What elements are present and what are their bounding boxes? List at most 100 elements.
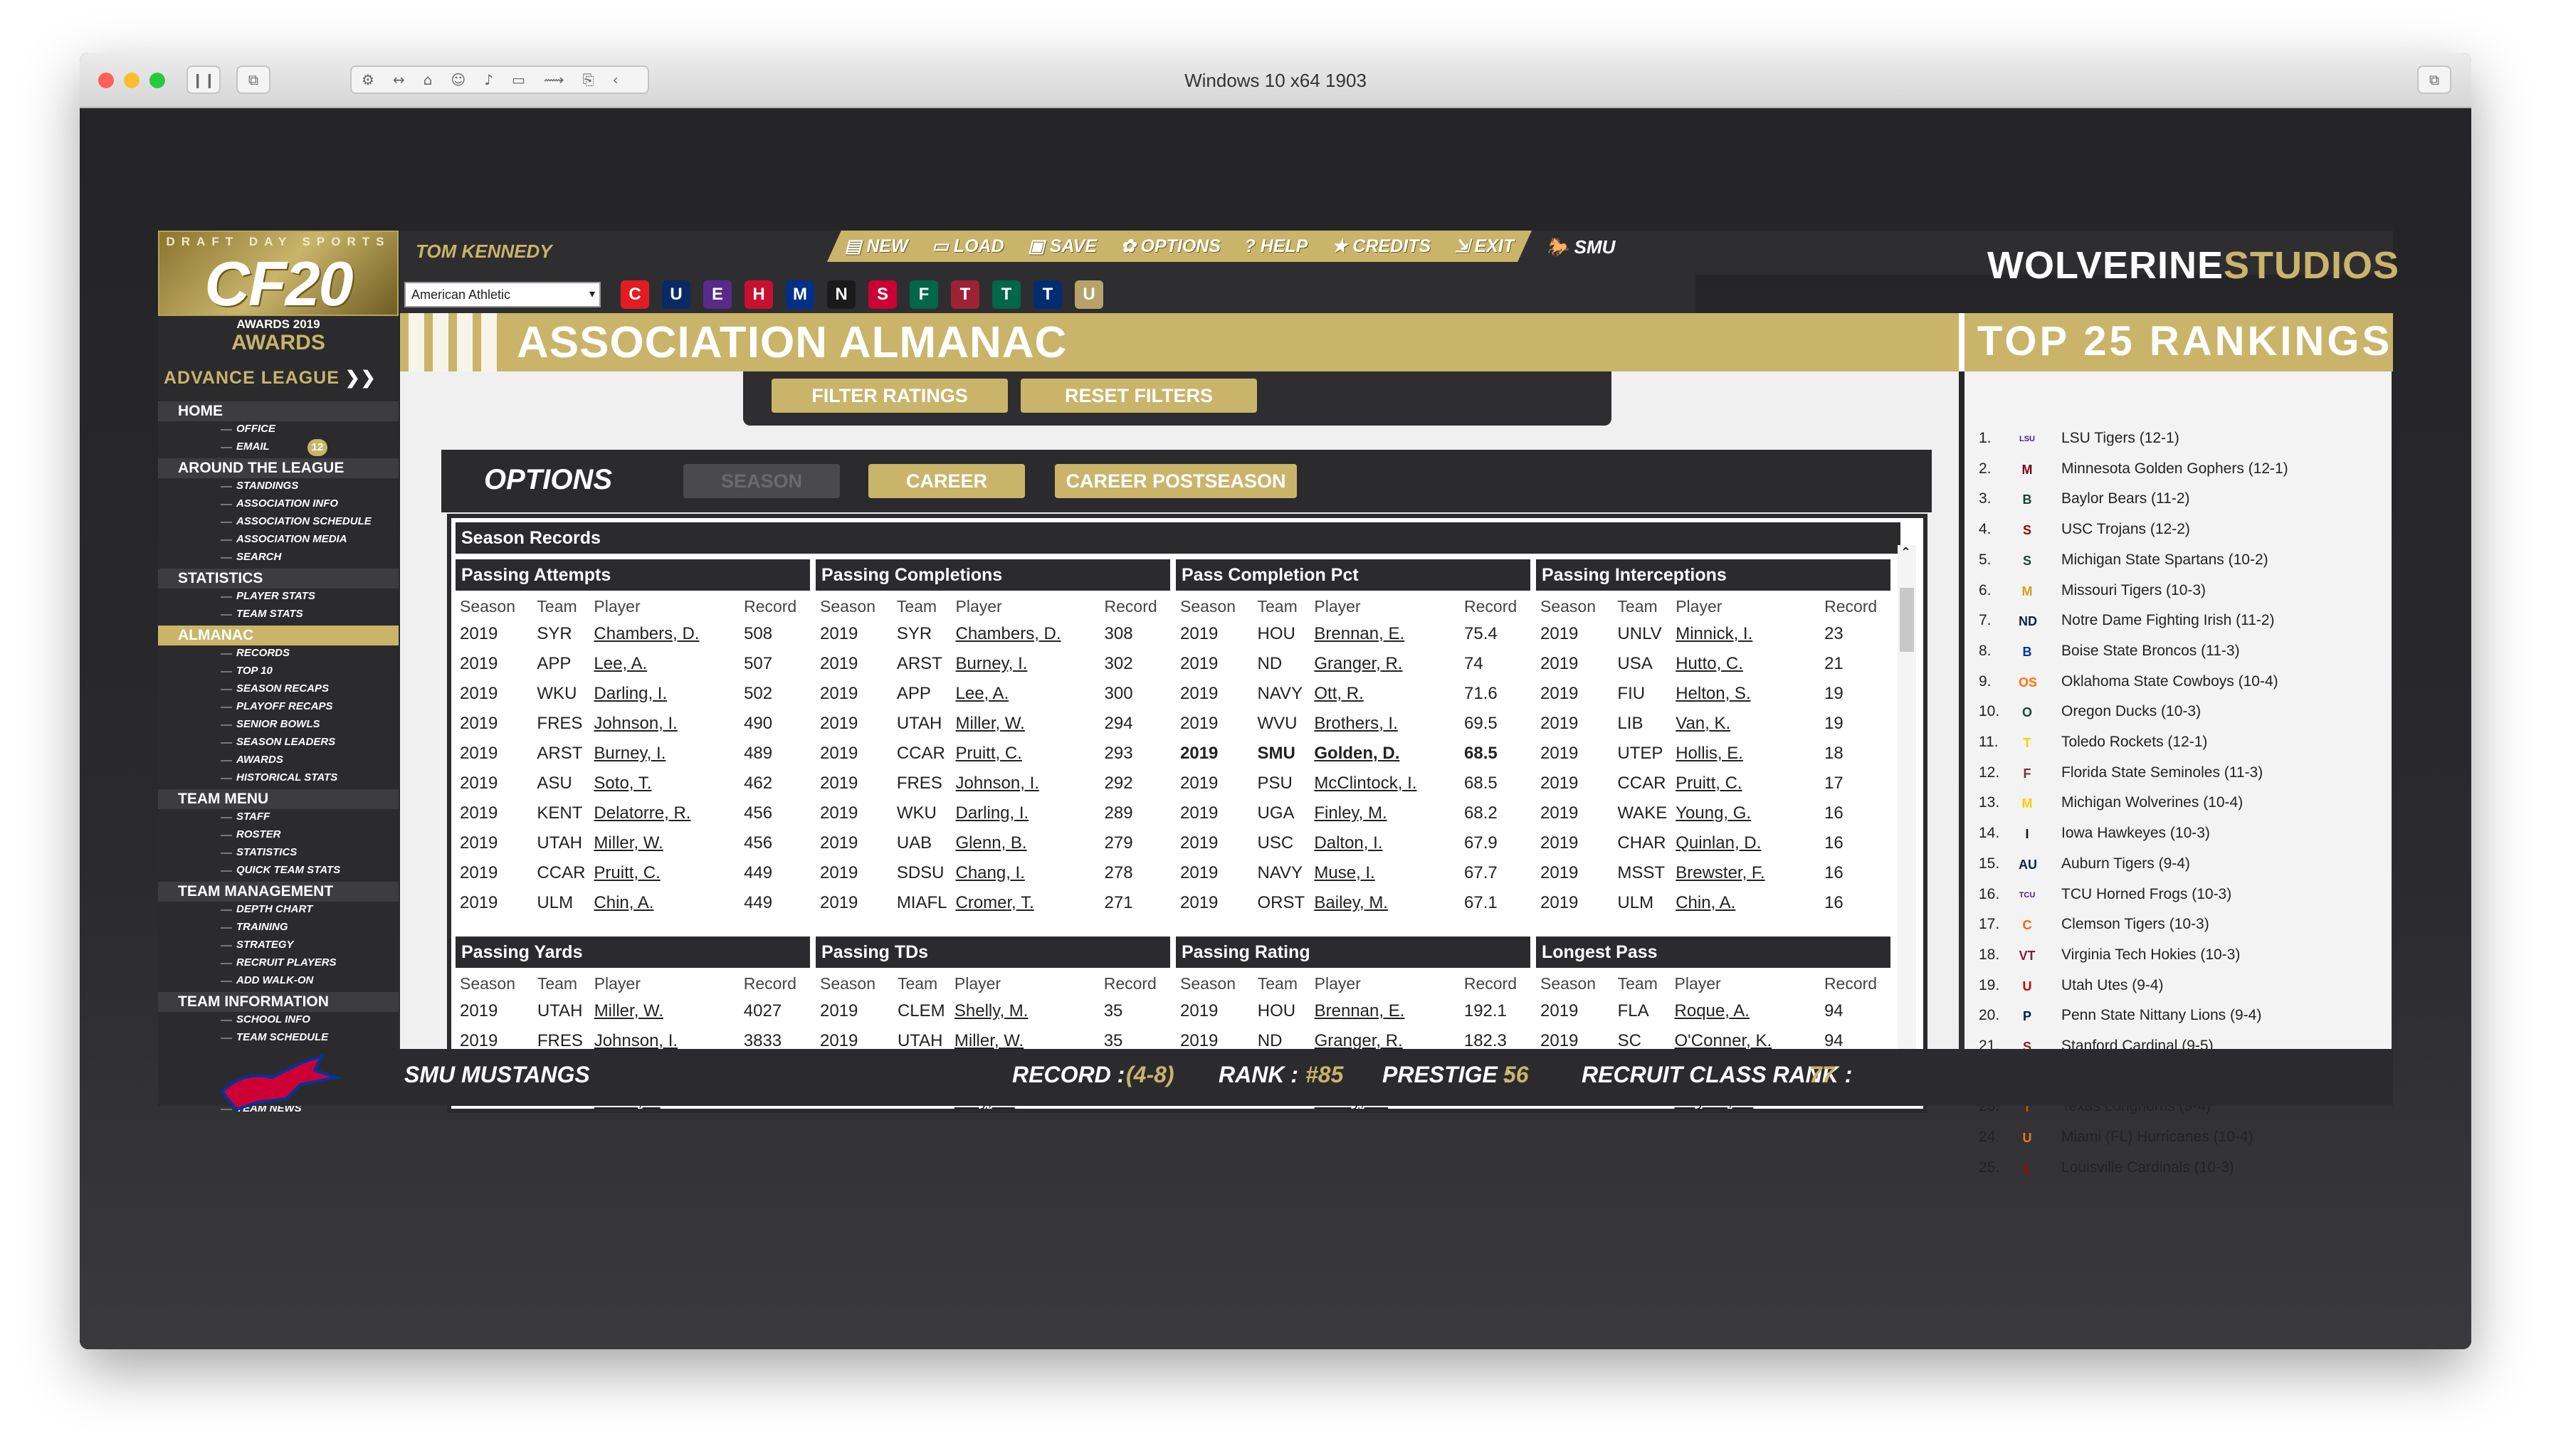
column-header[interactable]: Team xyxy=(1253,594,1310,619)
player-link[interactable]: Chin, A. xyxy=(1671,888,1820,918)
current-team[interactable]: 🐎 SMU xyxy=(1546,236,1615,258)
table-row[interactable]: 2019 SMU Golden, D. 68.5 xyxy=(1176,739,1530,769)
player-link[interactable]: Van, K. xyxy=(1671,709,1820,739)
table-row[interactable]: 2019 USA Hutto, C. 21 xyxy=(1536,649,1890,679)
sidebar-item-depth-chart[interactable]: DEPTH CHART xyxy=(236,903,312,915)
player-link[interactable]: Miller, W. xyxy=(589,828,740,858)
table-row[interactable]: 2019 HOU Brennan, E. 75.4 xyxy=(1176,619,1530,649)
column-header[interactable]: Season xyxy=(456,594,532,619)
table-row[interactable]: 2019 FLA Roque, A. 94 xyxy=(1536,996,1890,1026)
ranked-team[interactable]: Auburn Tigers (9-4) xyxy=(2061,850,2190,878)
player-link[interactable]: Pruitt, C. xyxy=(589,858,740,888)
player-link[interactable]: Soto, T. xyxy=(589,769,740,798)
ranked-team[interactable]: Oklahoma State Cowboys (10-4) xyxy=(2061,668,2278,696)
player-link[interactable]: Pruitt, C. xyxy=(952,739,1100,769)
ranking-row[interactable]: 4. S USC Trojans (12-2) xyxy=(1964,515,2392,544)
column-header[interactable]: Record xyxy=(1460,594,1530,619)
ranking-row[interactable]: 9. OS Oklahoma State Cowboys (10-4) xyxy=(1964,668,2392,696)
table-row[interactable]: 2019 WAKE Young, G. 16 xyxy=(1536,798,1890,828)
scroll-up-icon[interactable]: ⌃ xyxy=(1900,545,1911,560)
ranking-row[interactable]: 1. LSU LSU Tigers (12-1) xyxy=(1964,424,2392,453)
tab-career-postseason[interactable]: CAREER POSTSEASON xyxy=(1055,464,1297,498)
ranking-row[interactable]: 3. B Baylor Bears (11-2) xyxy=(1964,485,2392,513)
ranked-team[interactable]: Minnesota Golden Gophers (12-1) xyxy=(2061,455,2288,483)
sidebar-item-player-stats[interactable]: PLAYER STATS xyxy=(236,590,315,602)
ranked-team[interactable]: Virginia Tech Hokies (10-3) xyxy=(2061,941,2240,969)
column-header[interactable]: Record xyxy=(740,594,810,619)
player-link[interactable]: Helton, S. xyxy=(1671,679,1820,709)
column-header[interactable]: Team xyxy=(893,971,950,996)
sidebar-item-training[interactable]: TRAINING xyxy=(236,921,288,933)
sidebar-item-team-schedule[interactable]: TEAM SCHEDULE xyxy=(236,1031,328,1043)
sidebar-section-almanac[interactable]: ALMANAC xyxy=(158,626,399,645)
vertical-scrollbar[interactable]: ⌃ ⌄ xyxy=(1898,545,1916,1100)
table-row[interactable]: 2019 ARST Burney, I. 489 xyxy=(456,739,810,769)
team-logo-icon[interactable]: U xyxy=(1075,280,1103,309)
table-row[interactable]: 2019 KENT Delatorre, R. 456 xyxy=(456,798,810,828)
column-header[interactable]: Record xyxy=(1820,594,1890,619)
menu-save[interactable]: ▣ SAVE xyxy=(1028,236,1097,257)
sidebar-item-standings[interactable]: STANDINGS xyxy=(236,480,298,492)
column-header[interactable]: Team xyxy=(893,594,952,619)
table-row[interactable]: 2019 UTAH Miller, W. 4027 xyxy=(456,996,810,1026)
sidebar-item-playoff-recaps[interactable]: PLAYOFF RECAPS xyxy=(236,700,333,712)
ranked-team[interactable]: Notre Dame Fighting Irish (11-2) xyxy=(2061,606,2275,635)
player-link[interactable]: Quinlan, D. xyxy=(1671,828,1820,858)
column-header[interactable]: Player xyxy=(1671,594,1820,619)
player-link[interactable]: Shelly, M. xyxy=(950,996,1100,1026)
player-link[interactable]: Young, G. xyxy=(1671,798,1820,828)
ranking-row[interactable]: 19. U Utah Utes (9-4) xyxy=(1964,971,2392,1000)
sidebar-item-email[interactable]: EMAIL xyxy=(236,441,270,453)
player-link[interactable]: Glenn, B. xyxy=(952,828,1100,858)
player-link[interactable]: Golden, D. xyxy=(1310,739,1460,769)
column-header[interactable]: Season xyxy=(816,594,893,619)
column-header[interactable]: Season xyxy=(816,971,893,996)
ranking-row[interactable]: 13. M Michigan Wolverines (10-4) xyxy=(1964,788,2392,817)
table-row[interactable]: 2019 FIU Helton, S. 19 xyxy=(1536,679,1890,709)
player-link[interactable]: Finley, M. xyxy=(1310,798,1460,828)
table-row[interactable]: 2019 UTEP Hollis, E. 18 xyxy=(1536,739,1890,769)
table-row[interactable]: 2019 ARST Burney, I. 302 xyxy=(816,649,1170,679)
table-row[interactable]: 2019 MIAFL Cromer, T. 271 xyxy=(816,888,1170,918)
ranking-row[interactable]: 10. O Oregon Ducks (10-3) xyxy=(1964,697,2392,726)
player-link[interactable]: Brothers, I. xyxy=(1310,709,1460,739)
team-logo-icon[interactable]: T xyxy=(951,280,979,309)
player-link[interactable]: Dalton, I. xyxy=(1310,828,1460,858)
column-header[interactable]: Season xyxy=(456,971,533,996)
table-row[interactable]: 2019 PSU McClintock, I. 68.5 xyxy=(1176,769,1530,798)
ranking-row[interactable]: 18. VT Virginia Tech Hokies (10-3) xyxy=(1964,941,2392,969)
ranking-row[interactable]: 16. TCU TCU Horned Frogs (10-3) xyxy=(1964,880,2392,909)
column-header[interactable]: Team xyxy=(1253,971,1310,996)
player-link[interactable]: Johnson, I. xyxy=(952,769,1100,798)
column-header[interactable]: Record xyxy=(740,971,810,996)
sidebar-section-team-menu[interactable]: TEAM MENU xyxy=(158,789,399,809)
ranking-row[interactable]: 20. P Penn State Nittany Lions (9-4) xyxy=(1964,1001,2392,1030)
sidebar-item-season-recaps[interactable]: SEASON RECAPS xyxy=(236,682,329,695)
ranked-team[interactable]: Penn State Nittany Lions (9-4) xyxy=(2061,1001,2261,1030)
ranking-row[interactable]: 7. ND Notre Dame Fighting Irish (11-2) xyxy=(1964,606,2392,635)
sidebar-item-strategy[interactable]: STRATEGY xyxy=(236,939,294,951)
player-link[interactable]: Burney, I. xyxy=(952,649,1100,679)
table-row[interactable]: 2019 UTAH Miller, W. 456 xyxy=(456,828,810,858)
ranking-row[interactable]: 12. F Florida State Seminoles (11-3) xyxy=(1964,759,2392,787)
team-logo-icon[interactable]: T xyxy=(1033,280,1062,309)
column-header[interactable]: Record xyxy=(1820,971,1890,996)
column-header[interactable]: Season xyxy=(1536,971,1614,996)
table-row[interactable]: 2019 APP Lee, A. 300 xyxy=(816,679,1170,709)
sidebar-item-records[interactable]: RECORDS xyxy=(236,647,290,659)
table-row[interactable]: 2019 UTAH Miller, W. 294 xyxy=(816,709,1170,739)
player-link[interactable]: Granger, R. xyxy=(1310,649,1460,679)
column-header[interactable]: Season xyxy=(1176,594,1253,619)
column-header[interactable]: Team xyxy=(533,971,590,996)
table-row[interactable]: 2019 CCAR Pruitt, C. 293 xyxy=(816,739,1170,769)
player-link[interactable]: Lee, A. xyxy=(952,679,1100,709)
table-row[interactable]: 2019 ND Granger, R. 74 xyxy=(1176,649,1530,679)
player-link[interactable]: Brennan, E. xyxy=(1310,996,1460,1026)
table-row[interactable]: 2019 NAVY Ott, R. 71.6 xyxy=(1176,679,1530,709)
ranking-row[interactable]: 14. I Iowa Hawkeyes (10-3) xyxy=(1964,819,2392,848)
ranking-row[interactable]: 2. M Minnesota Golden Gophers (12-1) xyxy=(1964,455,2392,483)
advance-league-button[interactable]: ADVANCE LEAGUE ❯❯ xyxy=(164,367,377,389)
column-header[interactable]: Player xyxy=(1310,594,1460,619)
team-logo-icon[interactable]: C xyxy=(621,280,649,309)
ranked-team[interactable]: USC Trojans (12-2) xyxy=(2061,515,2190,544)
